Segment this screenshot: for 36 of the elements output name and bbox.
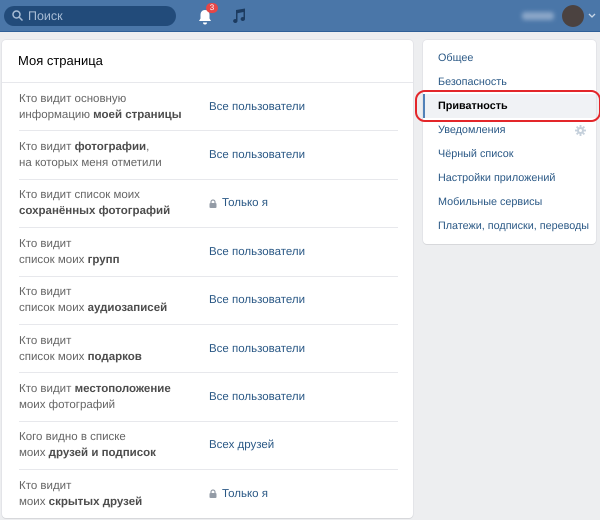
privacy-value-link[interactable]: Только я [209,197,268,210]
privacy-value-link[interactable]: Всех друзей [209,439,274,452]
setting-label: Кто видит основную информацию моей страницы [19,92,183,123]
privacy-value-link[interactable]: Все пользователи [209,391,306,404]
privacy-value-link[interactable]: Все пользователи [209,294,306,306]
bell-icon[interactable] [198,8,212,24]
setting-label: Кто видит список моих аудиозаписей [19,285,168,316]
settings-menu-item[interactable]: Чёрный список [423,142,596,166]
avatar[interactable] [562,4,584,26]
settings-menu-item[interactable]: Мобильные сервисы [423,190,596,214]
settings-menu-item[interactable]: Уведомления [423,118,596,142]
setting-label: Кто видит список моих подарков [19,334,143,365]
settings-menu-item[interactable]: Платежи, подписки, переводы [423,214,596,238]
privacy-value-link[interactable]: Все пользователи [209,100,306,113]
settings-menu-item[interactable]: Настройки приложений [423,166,596,190]
blurred-username [522,12,554,20]
privacy-value-link[interactable]: Все пользователи [209,149,306,162]
search-field[interactable]: Поиск [4,6,176,26]
setting-label: Кто видит местоположение моих фотографий [19,382,172,414]
search-icon [12,10,23,21]
privacy-value-link[interactable]: Только я [209,488,268,500]
privacy-value-link[interactable]: Все пользователи [209,342,306,355]
setting-label: Кто видит список моих сохранённых фотографий [19,188,172,220]
search-input[interactable]: Поиск [28,8,158,22]
settings-menu-item[interactable]: Безопасность [423,70,596,94]
setting-label: Кто видит список моих групп [19,236,121,268]
gear-icon[interactable] [575,124,586,136]
privacy-value-link[interactable]: Все пользователи [209,246,306,258]
chevron-down-icon[interactable] [588,13,596,18]
card-title: Моя страница [2,40,413,83]
setting-label: Кто видит фотографии, на которых меня отметили [19,140,163,172]
notification-badge: 3 [206,2,218,12]
setting-label: Кто видит моих скрытых друзей [19,478,144,510]
setting-label: Кого видно в списке моих друзей и подписок [19,430,157,462]
music-note-icon[interactable] [232,8,246,24]
settings-menu-item[interactable]: Общее [423,46,596,70]
